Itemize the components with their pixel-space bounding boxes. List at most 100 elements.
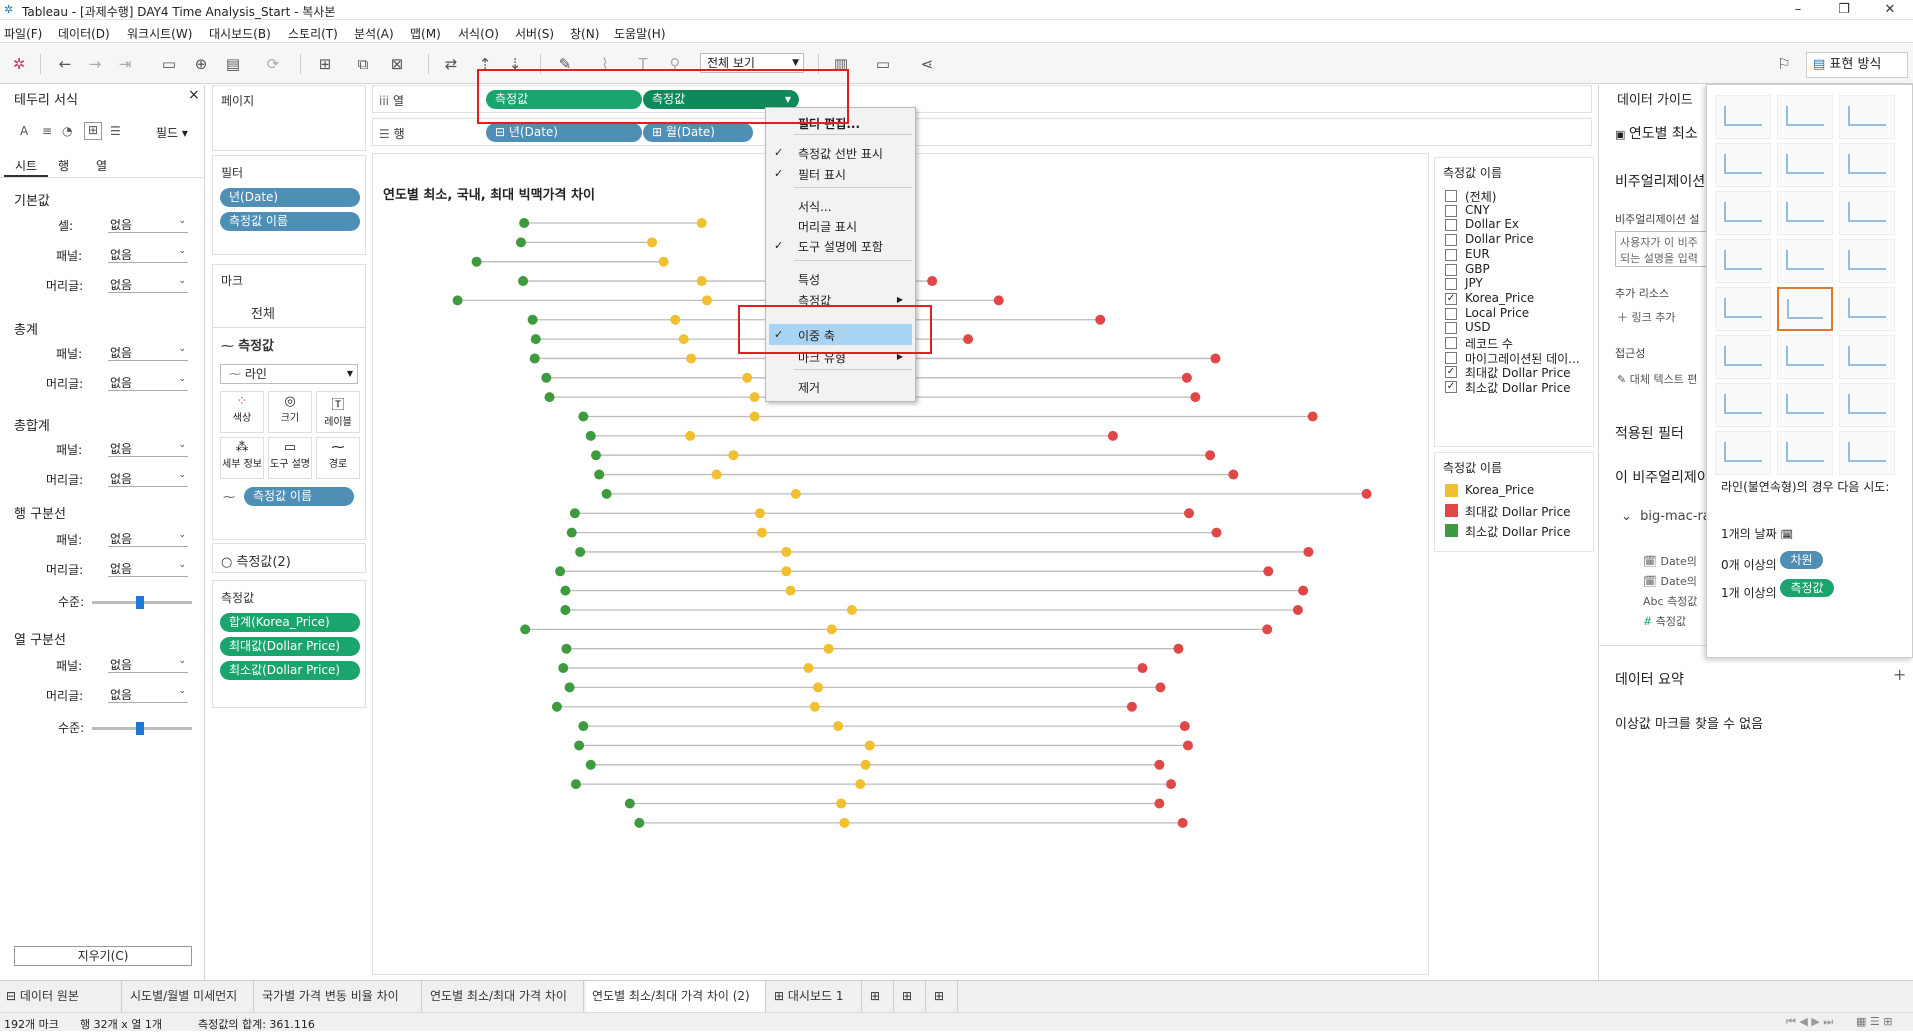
filter-checkbox[interactable]: ✓ [1445, 366, 1457, 379]
borders-icon[interactable]: ⊞ [84, 122, 102, 140]
tab-rows[interactable]: 행 [58, 157, 69, 174]
point-max[interactable] [1107, 430, 1118, 441]
point-korea[interactable] [742, 372, 753, 383]
point-min[interactable] [515, 237, 526, 248]
menu-attribute[interactable]: 특성 [798, 271, 820, 288]
point-min[interactable] [575, 546, 586, 557]
point-korea[interactable] [803, 663, 814, 674]
tab-sheet-4-active[interactable]: 연도별 최소/최대 가격 차이 (2) [586, 981, 766, 1012]
point-min[interactable] [558, 663, 569, 674]
marks-pill-measure-names[interactable]: 측정값 이름 [244, 487, 354, 506]
chart-type-thumbnail[interactable] [1715, 143, 1771, 187]
point-max[interactable] [1155, 682, 1166, 693]
filter-checkbox[interactable] [1445, 234, 1457, 247]
tab-sheet-2[interactable]: 국가별 가격 변동 비율 차이 [256, 981, 422, 1012]
filter-checkbox[interactable] [1445, 190, 1457, 202]
point-min[interactable] [574, 740, 585, 751]
add-summary-icon[interactable]: + [1893, 665, 1906, 684]
point-min[interactable] [541, 372, 552, 383]
chart-type-thumbnail[interactable] [1777, 143, 1833, 187]
point-korea[interactable] [686, 353, 697, 364]
point-max[interactable] [1154, 759, 1165, 770]
add-link-button[interactable]: ＋ 링크 추가 [1617, 309, 1675, 325]
total-pane-select[interactable]: 없음 ⌄ [108, 344, 188, 361]
point-min[interactable] [471, 256, 482, 267]
close-button[interactable]: ✕ [1867, 0, 1913, 20]
point-korea[interactable] [685, 430, 696, 441]
tab-sheet[interactable]: 시트 [4, 157, 48, 177]
point-max[interactable] [1263, 566, 1274, 577]
point-max[interactable] [1211, 527, 1222, 538]
chart-type-thumbnail[interactable] [1715, 191, 1771, 235]
legend-swatch[interactable] [1445, 524, 1458, 537]
point-min[interactable] [529, 353, 540, 364]
menu-show-filter[interactable]: 필터 표시 [798, 166, 846, 183]
new-story-tab-icon[interactable]: ⊞ [928, 981, 958, 1012]
menu-help[interactable]: 도움말(H) [614, 25, 666, 42]
filter-checkbox[interactable] [1445, 307, 1457, 320]
alt-text-edit[interactable]: ✎ 대체 텍스트 편 [1617, 371, 1697, 387]
clear-sheet-icon[interactable]: ⊠ [386, 53, 408, 75]
lines-icon[interactable]: ☰ [110, 124, 121, 138]
clear-button[interactable]: 지우기(C) [14, 946, 192, 966]
filter-checkbox[interactable] [1445, 219, 1457, 232]
row-level-slider[interactable] [92, 596, 192, 609]
point-min[interactable] [560, 585, 571, 596]
point-max[interactable] [1210, 353, 1221, 364]
view-mode-icons[interactable]: ▦ ☰ ⊞ [1856, 1015, 1892, 1028]
col-divider-pane-select[interactable]: 없음 ⌄ [108, 656, 188, 673]
presentation-icon[interactable]: ▭ [872, 53, 894, 75]
slider-knob[interactable] [136, 722, 144, 735]
redo-icon[interactable]: → [84, 53, 106, 75]
label-button[interactable]: 🅃 레이블 [316, 391, 360, 433]
marks-all[interactable]: 전체 [251, 303, 275, 322]
chart-type-thumbnail[interactable] [1715, 239, 1771, 283]
point-max[interactable] [1298, 585, 1309, 596]
filter-checkbox[interactable] [1445, 248, 1457, 261]
close-icon[interactable]: × [188, 87, 200, 103]
menu-file[interactable]: 파일(F) [4, 25, 42, 42]
menu-story[interactable]: 스토리(T) [288, 25, 338, 42]
new-datasource-icon[interactable]: ⊕ [190, 53, 212, 75]
point-max[interactable] [1361, 488, 1372, 499]
point-max[interactable] [1262, 624, 1273, 635]
replay-icon[interactable]: ⇥ [114, 53, 136, 75]
point-korea[interactable] [839, 817, 850, 828]
point-min[interactable] [569, 508, 580, 519]
point-max[interactable] [1292, 605, 1303, 615]
shading-icon[interactable]: ◔ [62, 124, 72, 138]
chart-type-thumbnail[interactable] [1777, 431, 1833, 475]
chart-type-thumbnail[interactable] [1715, 95, 1771, 139]
point-korea[interactable] [696, 218, 707, 228]
point-max[interactable] [1154, 798, 1165, 809]
tab-datasource[interactable]: ⊟ 데이터 원본 [0, 981, 122, 1012]
point-korea[interactable] [826, 624, 837, 635]
point-min[interactable] [520, 624, 531, 635]
detail-button[interactable]: ⁂ 세부 정보 [220, 437, 264, 479]
point-min[interactable] [578, 411, 589, 422]
undo-icon[interactable]: ← [54, 53, 76, 75]
col-divider-header-select[interactable]: 없음 ⌄ [108, 686, 188, 703]
point-max[interactable] [1137, 663, 1148, 674]
point-max[interactable] [1303, 546, 1314, 557]
new-dashboard-tab-icon[interactable]: ⊞ [896, 981, 926, 1012]
menu-data[interactable]: 데이터(D) [58, 25, 110, 42]
share-icon[interactable]: ⋖ [916, 53, 938, 75]
point-korea[interactable] [711, 469, 722, 480]
point-max[interactable] [1205, 450, 1216, 461]
point-min[interactable] [634, 817, 645, 828]
chart-type-thumbnail[interactable] [1839, 95, 1895, 139]
point-korea[interactable] [678, 334, 689, 345]
point-korea[interactable] [846, 605, 857, 615]
point-min[interactable] [624, 798, 635, 809]
point-korea[interactable] [836, 798, 847, 809]
tableau-home-icon[interactable]: ✲ [8, 53, 30, 75]
point-korea[interactable] [728, 450, 739, 461]
size-button[interactable]: ◎ 크기 [268, 391, 312, 433]
chart-type-thumbnail[interactable] [1839, 383, 1895, 427]
point-korea[interactable] [749, 411, 760, 422]
point-min[interactable] [519, 218, 530, 228]
maximize-button[interactable]: ❐ [1821, 0, 1867, 20]
tooltip-button[interactable]: ▭ 도구 설명 [268, 437, 312, 479]
point-min[interactable] [518, 276, 529, 287]
